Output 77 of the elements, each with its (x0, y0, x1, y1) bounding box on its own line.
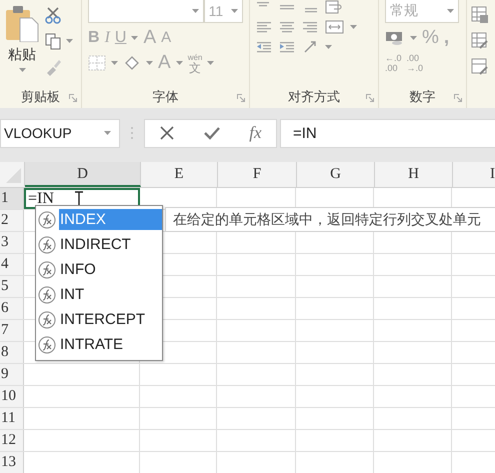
group-label: 字体 (152, 88, 178, 106)
close-icon[interactable] (159, 125, 176, 141)
border-icon[interactable] (88, 55, 106, 71)
function-option[interactable]: INTRATE (59, 334, 162, 355)
group-label: 对齐方式 (288, 88, 340, 106)
currency-icon[interactable] (385, 30, 405, 46)
group-label: 剪贴板 (21, 88, 60, 106)
dialog-launcher-icon[interactable] (366, 94, 374, 102)
row-header[interactable]: 7 (0, 320, 24, 341)
caret-icon[interactable] (447, 9, 454, 13)
row-header[interactable]: 1 (0, 188, 24, 209)
column-header[interactable]: F (218, 162, 297, 187)
cell-text: =IN (28, 190, 54, 208)
caret-icon[interactable] (66, 39, 73, 43)
row-header[interactable]: 10 (0, 386, 24, 407)
row-header[interactable]: 13 (0, 452, 24, 473)
column-header[interactable]: E (141, 162, 218, 187)
function-tooltip: 在给定的单元格区域中，返回特定行列交叉处单元 (165, 207, 495, 232)
align-center-icon[interactable] (279, 20, 297, 34)
row-header[interactable]: 4 (0, 254, 24, 275)
scissors-icon[interactable] (44, 6, 62, 24)
insert-function-button[interactable]: fx (249, 123, 262, 143)
caret-icon[interactable] (192, 9, 199, 13)
row-header[interactable]: 8 (0, 342, 24, 363)
column-header[interactable]: G (297, 162, 375, 187)
caret-icon[interactable] (231, 9, 238, 13)
cell-styles-icon[interactable] (471, 58, 489, 76)
align-right-icon[interactable] (302, 20, 320, 34)
row-header[interactable]: 6 (0, 298, 24, 319)
function-icon[interactable] (38, 236, 56, 254)
name-box[interactable]: VLOOKUP (0, 118, 120, 148)
column-header[interactable]: I (453, 162, 495, 187)
grip-icon (130, 125, 134, 141)
caret-icon[interactable] (131, 36, 138, 40)
function-icon[interactable] (38, 286, 56, 304)
caret-icon[interactable] (176, 61, 183, 65)
caret-icon[interactable] (111, 61, 118, 65)
table-format-icon[interactable] (471, 32, 489, 50)
caret-icon[interactable] (146, 61, 153, 65)
row-header[interactable]: 11 (0, 408, 24, 429)
align-left-icon[interactable] (256, 20, 274, 34)
function-option[interactable]: INDIRECT (59, 234, 162, 255)
font-name-dropdown[interactable] (88, 0, 204, 23)
caret-icon[interactable] (410, 36, 417, 40)
caret-icon[interactable] (350, 25, 357, 29)
paste-button[interactable]: 粘贴 (4, 4, 40, 86)
function-icon[interactable] (38, 336, 56, 354)
dialog-launcher-icon[interactable] (237, 94, 245, 102)
conditional-format-icon[interactable] (471, 6, 489, 24)
caret-icon[interactable] (18, 68, 26, 72)
copy-icon[interactable] (44, 32, 62, 50)
function-icon[interactable] (38, 310, 56, 328)
row-header[interactable]: 5 (0, 276, 24, 297)
dialog-launcher-icon[interactable] (69, 94, 77, 102)
row-header[interactable]: 9 (0, 364, 24, 385)
function-icon[interactable] (38, 260, 56, 278)
column-header[interactable]: H (375, 162, 453, 187)
checkmark-icon[interactable] (204, 125, 220, 141)
increase-indent-icon[interactable] (279, 40, 297, 54)
wrap-text-icon[interactable] (325, 0, 343, 14)
caret-icon[interactable] (207, 61, 214, 65)
row-header[interactable]: 12 (0, 430, 24, 451)
function-option[interactable]: INTERCEPT (59, 309, 162, 330)
function-option[interactable]: INT (59, 284, 162, 305)
function-option[interactable]: INFO (59, 259, 162, 280)
group-label: 数字 (410, 88, 436, 106)
dialog-launcher-icon[interactable] (454, 94, 462, 102)
clipboard-icon[interactable] (4, 4, 40, 42)
row-header[interactable]: 3 (0, 232, 24, 253)
formula-field[interactable]: =IN (280, 118, 495, 148)
merge-cells-icon[interactable] (325, 20, 345, 34)
decrease-indent-icon[interactable] (256, 40, 274, 54)
column-header[interactable]: D (25, 162, 141, 187)
function-icon[interactable] (38, 210, 56, 228)
row-header[interactable]: 2 (0, 210, 24, 231)
caret-icon[interactable] (104, 131, 111, 135)
caret-icon[interactable] (325, 45, 332, 49)
